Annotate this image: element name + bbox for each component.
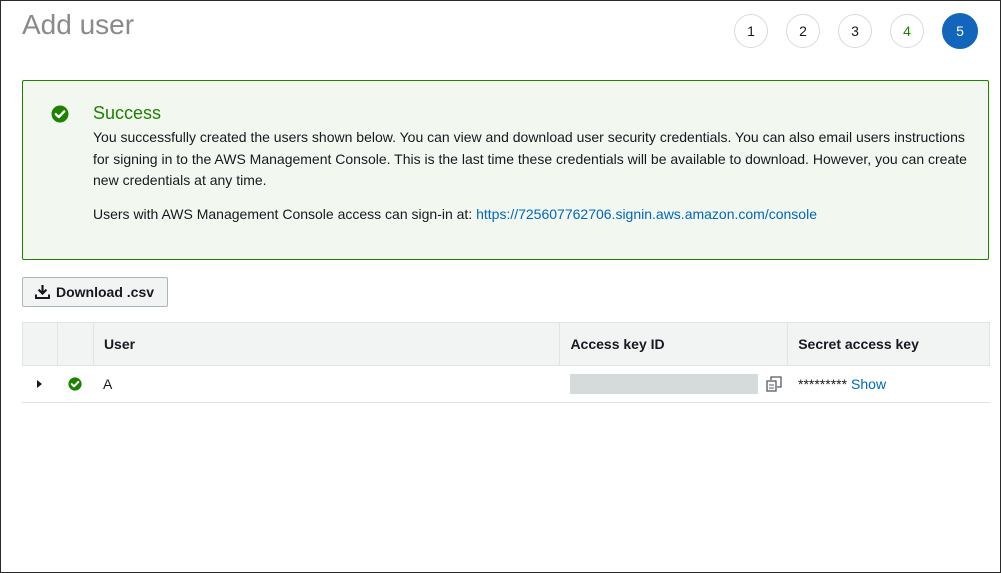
user-name: A [103, 376, 113, 392]
step-3[interactable]: 3 [838, 14, 872, 48]
show-secret-link[interactable]: Show [851, 376, 886, 392]
header-status [58, 323, 94, 365]
signin-prefix: Users with AWS Management Console access… [93, 206, 477, 222]
header-secret-access-key[interactable]: Secret access key [788, 323, 989, 365]
header-access-key-id[interactable]: Access key ID [560, 323, 789, 365]
success-alert: Success You successfully created the use… [22, 80, 989, 260]
step-1[interactable]: 1 [734, 14, 768, 48]
users-table: User Access key ID Secret access key A *… [22, 322, 990, 403]
wizard-steps: 1 2 3 4 5 [734, 13, 996, 49]
download-csv-button[interactable]: Download .csv [22, 277, 168, 307]
check-circle-icon [51, 105, 69, 123]
table-header: User Access key ID Secret access key [22, 322, 990, 366]
signin-url-link[interactable]: https://725607762706.signin.aws.amazon.c… [476, 206, 817, 222]
step-4[interactable]: 4 [890, 14, 924, 48]
page-title: Add user [22, 9, 135, 40]
signin-info: Users with AWS Management Console access… [93, 206, 817, 222]
secret-key-mask: ********* [798, 376, 848, 392]
step-2[interactable]: 2 [786, 14, 820, 48]
header-expand [23, 323, 58, 365]
alert-body: You successfully created the users shown… [93, 129, 967, 188]
header-user[interactable]: User [94, 323, 561, 365]
step-5-current[interactable]: 5 [942, 13, 978, 49]
alert-title: Success [93, 103, 162, 123]
expand-row-icon[interactable] [22, 366, 57, 402]
success-status-icon [57, 366, 93, 402]
access-key-redacted [570, 374, 758, 394]
access-key-cell [560, 366, 788, 402]
download-csv-label: Download .csv [56, 284, 155, 300]
copy-icon[interactable] [766, 376, 782, 392]
download-icon [35, 285, 50, 299]
table-row: A ********* Show [22, 366, 990, 403]
secret-key-cell: ********* Show [788, 366, 989, 402]
